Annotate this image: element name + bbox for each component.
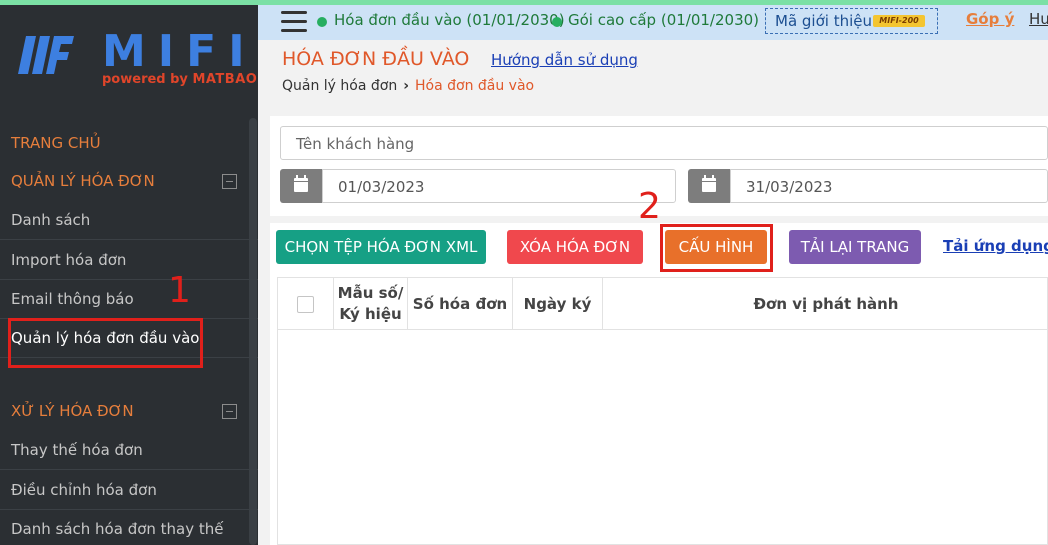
highlight-box-step-2 [660,224,773,272]
select-all-cell [278,278,334,330]
sidebar-item-label: Danh sách hóa đơn thay thế [11,520,224,538]
sidebar-item-email-notification[interactable]: Email thông báo [0,280,258,319]
table-header: Mẫu số/ Ký hiệu Số hóa đơn Ngày ký Đơn v… [278,278,1048,330]
help-link[interactable]: Hư [1029,10,1048,28]
mifi-logo-icon [18,36,74,74]
calendar-icon [294,175,308,192]
delete-invoice-button[interactable]: XÓA HÓA ĐƠN [507,230,643,264]
subscription-status-input: Hóa đơn đầu vào (01/01/2030) [334,11,565,29]
column-header-template-symbol[interactable]: Mẫu số/ Ký hiệu [334,278,408,330]
app-logo[interactable]: MIFI powered by MATBAO [16,22,257,92]
sidebar-item-replace-invoice[interactable]: Thay thế hóa đơn [0,431,258,470]
breadcrumb-root[interactable]: Quản lý hóa đơn [282,78,397,94]
column-header-invoice-number[interactable]: Số hóa đơn [408,278,513,330]
customer-name-placeholder: Tên khách hàng [296,135,415,153]
date-from-calendar-button[interactable] [280,169,322,203]
user-guide-link[interactable]: Hướng dẫn sử dụng [491,51,638,69]
referral-label: Mã giới thiệu [775,12,872,30]
sidebar-item-label: Thay thế hóa đơn [11,441,143,459]
date-from-value: 01/03/2023 [338,178,425,196]
breadcrumb-separator-icon: › [403,78,409,94]
sidebar-section-invoice-processing[interactable]: XỬ LÝ HÓA ĐƠN [0,392,258,430]
referral-code[interactable]: Mã giới thiệu MIFI-200 [765,8,938,34]
download-app-link[interactable]: Tải ứng dụng h [943,237,1048,255]
feedback-link[interactable]: Góp ý [966,10,1014,28]
date-to-value: 31/03/2023 [746,178,833,196]
status-dot-icon [552,17,562,27]
reload-page-button[interactable]: TẢI LẠI TRANG [789,230,921,264]
sidebar-item-label: Điều chỉnh hóa đơn [11,481,157,499]
top-header: Hóa đơn đầu vào (01/01/2030) Gói cao cấp… [258,0,1048,40]
tagline-prefix: powered by [102,72,193,87]
annotation-step-1: 1 [168,270,191,311]
sidebar-section-home[interactable]: TRANG CHỦ [0,124,258,162]
subscription-status-plan: Gói cao cấp (01/01/2030) [568,11,760,29]
menu-icon[interactable] [281,11,307,33]
invoice-table: Mẫu số/ Ký hiệu Số hóa đơn Ngày ký Đơn v… [277,277,1048,545]
sidebar-item-list[interactable]: Danh sách [0,201,258,240]
sidebar-section-label: TRANG CHỦ [11,134,101,152]
collapse-icon[interactable] [222,404,237,419]
sidebar-top-accent [0,0,258,5]
logo-tagline: powered by MATBAO [102,72,257,87]
date-to-calendar-button[interactable] [688,169,730,203]
calendar-icon [702,175,716,192]
select-all-checkbox[interactable] [297,295,314,313]
logo-wordmark: MIFI [102,26,257,77]
sidebar-item-label: Danh sách [11,211,91,229]
tagline-brand: MATBAO [192,72,258,87]
annotation-step-2: 2 [638,186,661,227]
select-xml-button[interactable]: CHỌN TỆP HÓA ĐƠN XML [276,230,486,264]
date-from-input[interactable]: 01/03/2023 [322,169,676,203]
column-header-issuer[interactable]: Đơn vị phát hành [603,278,1048,330]
column-header-sign-date[interactable]: Ngày ký [513,278,603,330]
collapse-icon[interactable] [222,174,237,189]
status-dot-icon [317,17,327,27]
page-title: HÓA ĐƠN ĐẦU VÀO [282,48,470,70]
date-to-input[interactable]: 31/03/2023 [730,169,1048,203]
customer-name-input[interactable]: Tên khách hàng [280,126,1048,160]
sidebar-item-label: Email thông báo [11,290,134,308]
sidebar-section-invoice-management[interactable]: QUẢN LÝ HÓA ĐƠN [0,162,258,200]
sidebar-item-label: Import hóa đơn [11,251,127,269]
sidebar-section-label: QUẢN LÝ HÓA ĐƠN [11,172,155,190]
sidebar-item-replacement-list[interactable]: Danh sách hóa đơn thay thế [0,510,258,545]
breadcrumb: Quản lý hóa đơn › Hóa đơn đầu vào [282,78,534,94]
sidebar-section-label: XỬ LÝ HÓA ĐƠN [11,402,134,420]
breadcrumb-current: Hóa đơn đầu vào [415,78,535,94]
sidebar: MIFI powered by MATBAO TRANG CHỦ QUẢN LÝ… [0,0,258,545]
highlight-box-step-1 [8,318,203,368]
sidebar-item-adjust-invoice[interactable]: Điều chỉnh hóa đơn [0,471,258,510]
sidebar-item-import[interactable]: Import hóa đơn [0,241,258,280]
referral-badge: MIFI-200 [873,15,925,27]
